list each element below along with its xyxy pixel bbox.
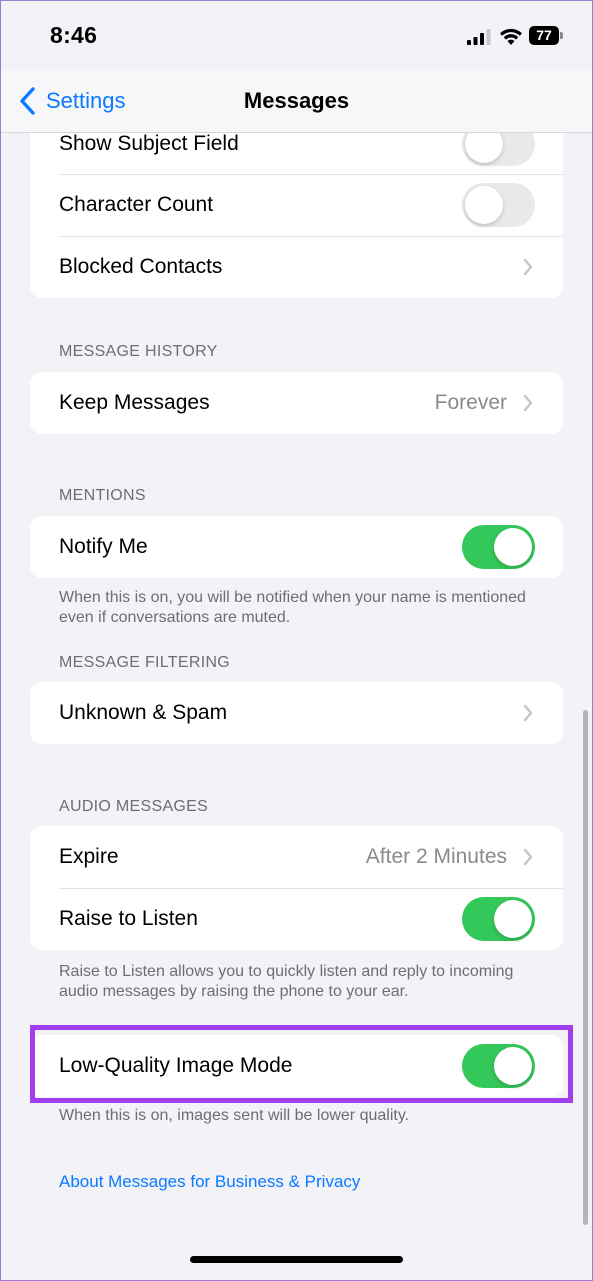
character-count-row: Character Count (30, 174, 563, 236)
wifi-icon (500, 28, 522, 45)
notify-me-row: Notify Me (30, 516, 563, 578)
chevron-right-icon (523, 704, 533, 722)
raise-to-listen-row: Raise to Listen (30, 888, 563, 950)
message-filtering-header: MESSAGE FILTERING (59, 654, 231, 671)
row-label: Raise to Listen (59, 907, 198, 930)
page-title: Messages (243, 88, 350, 113)
row-label: Notify Me (59, 535, 148, 558)
battery-icon: 77 (529, 26, 563, 45)
toggle-knob (465, 186, 503, 224)
cellular-signal-icon (467, 29, 491, 45)
low-quality-image-mode-row: Low-Quality Image Mode (30, 1035, 563, 1097)
character-count-toggle[interactable] (462, 183, 535, 227)
row-label: Character Count (59, 193, 214, 216)
about-messages-link[interactable]: About Messages for Business & Privacy (59, 1172, 360, 1192)
low-quality-image-mode-toggle[interactable] (462, 1044, 535, 1088)
status-time: 8:46 (50, 22, 98, 48)
battery-level: 77 (529, 26, 559, 45)
audio-messages-group: Expire After 2 Minutes Raise to Listen (30, 826, 563, 950)
row-label: Expire (59, 845, 119, 868)
message-history-group: Keep Messages Forever (30, 372, 563, 434)
mentions-footer: When this is on, you will be notified wh… (59, 589, 526, 626)
row-label: Blocked Contacts (59, 255, 223, 278)
expire-row[interactable]: Expire After 2 Minutes (30, 826, 563, 888)
low-quality-group: Low-Quality Image Mode (30, 1035, 563, 1097)
status-bar: 8:46 77 (0, 0, 593, 70)
message-filtering-group: Unknown & Spam (30, 682, 563, 744)
unknown-spam-row[interactable]: Unknown & Spam (30, 682, 563, 744)
row-value: After 2 Minutes (365, 845, 507, 868)
notify-me-toggle[interactable] (462, 525, 535, 569)
row-label: Unknown & Spam (59, 701, 228, 724)
row-label: Show Subject Field (59, 132, 239, 155)
navigation-bar: Settings Messages (0, 70, 593, 133)
toggle-knob (494, 1047, 532, 1085)
chevron-right-icon (523, 848, 533, 866)
home-indicator (190, 1256, 403, 1263)
blocked-contacts-row[interactable]: Blocked Contacts (30, 236, 563, 298)
audio-messages-header: AUDIO MESSAGES (59, 798, 209, 815)
keep-messages-row[interactable]: Keep Messages Forever (30, 372, 563, 434)
row-label: Low-Quality Image Mode (59, 1054, 293, 1077)
row-value: Forever (434, 391, 507, 414)
row-label: Keep Messages (59, 391, 210, 414)
toggle-knob (494, 900, 532, 938)
mentions-header: MENTIONS (59, 487, 146, 504)
audio-messages-footer: Raise to Listen allows you to quickly li… (59, 963, 514, 1000)
battery-tip (560, 32, 563, 39)
scrollbar[interactable] (583, 710, 588, 1225)
low-quality-footer: When this is on, images sent will be low… (59, 1107, 410, 1124)
message-history-header: MESSAGE HISTORY (59, 343, 218, 360)
chevron-right-icon (523, 258, 533, 276)
chevron-right-icon (523, 394, 533, 412)
settings-group-top: Show Subject Field Character Count Block… (30, 112, 563, 298)
raise-to-listen-toggle[interactable] (462, 897, 535, 941)
mentions-group: Notify Me (30, 516, 563, 578)
toggle-knob (494, 528, 532, 566)
